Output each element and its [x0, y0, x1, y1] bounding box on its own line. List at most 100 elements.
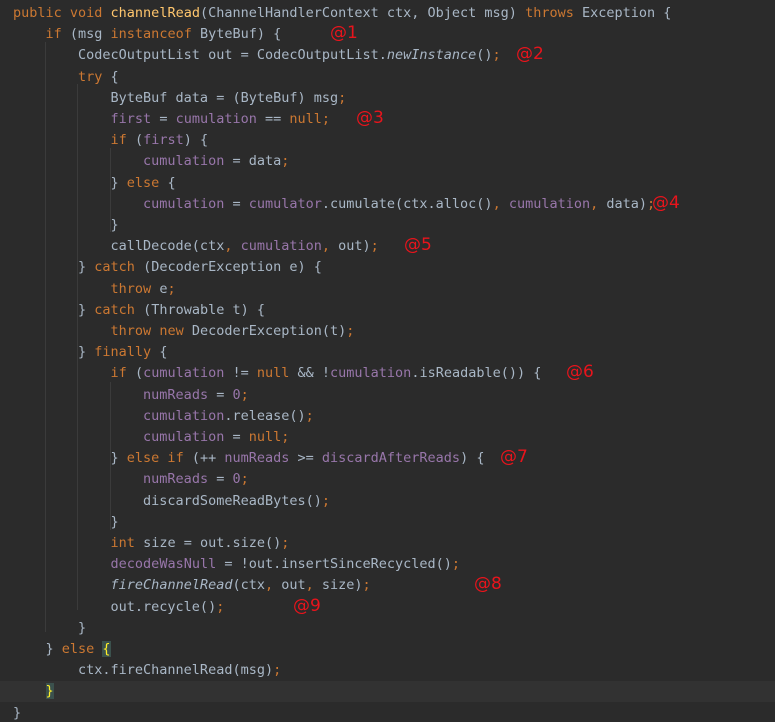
code-token: callDecode(ctx [13, 238, 225, 255]
code-line[interactable]: } [0, 618, 775, 639]
code-text: throw new DecoderException(t); [13, 321, 355, 342]
code-token: ; [240, 386, 249, 403]
code-line[interactable]: if (cumulation != null && !cumulation.is… [0, 363, 775, 384]
code-line[interactable]: cumulation.release(); [0, 406, 775, 427]
code-token: first [143, 132, 184, 149]
code-token: ByteBuf) { [199, 26, 282, 43]
code-line[interactable]: discardSomeReadBytes(); [0, 491, 775, 512]
code-token: null [289, 111, 322, 127]
code-text: } [13, 512, 119, 533]
code-token: DecoderException(t) [191, 323, 347, 339]
code-token: } [13, 704, 22, 721]
code-token: cumulation [143, 153, 225, 170]
code-token: 0 [232, 386, 241, 403]
code-line[interactable]: fireChannelRead(ctx, out, size); [0, 575, 775, 596]
code-line[interactable]: } else { [0, 173, 775, 194]
code-token: , [321, 238, 339, 255]
code-token: ; [451, 556, 461, 573]
code-line[interactable]: } else if (++ numReads >= discardAfterRe… [0, 448, 775, 469]
code-token: ; [281, 429, 290, 445]
code-token: } [13, 217, 119, 233]
code-token: decodeWasNull [110, 556, 217, 573]
code-token: cumulation [143, 365, 225, 382]
code-line[interactable]: } [0, 215, 775, 236]
code-line[interactable]: cumulation = null; [0, 427, 775, 448]
code-line[interactable]: } [0, 681, 775, 703]
code-editor[interactable]: public void channelRead(ChannelHandlerCo… [0, 0, 775, 722]
code-token: { [159, 344, 168, 361]
code-line[interactable]: decodeWasNull = !out.insertSinceRecycled… [0, 554, 775, 575]
code-token: size) [321, 577, 363, 594]
code-line[interactable]: out.recycle(); [0, 597, 775, 618]
code-token: try [78, 68, 111, 85]
code-line[interactable]: first = cumulation == null; [0, 109, 775, 130]
code-token: = [224, 429, 249, 445]
code-token: ; [216, 598, 225, 615]
code-text: first = cumulation == null; [13, 109, 330, 130]
code-text: } [13, 681, 54, 702]
code-token: numReads [143, 386, 209, 403]
code-line[interactable]: } catch (DecoderException e) { [0, 257, 775, 278]
code-line[interactable]: if (msg instanceof ByteBuf) { [0, 24, 775, 45]
code-text: try { [13, 67, 119, 88]
code-token: discardSomeReadBytes() [13, 492, 322, 509]
code-token: out [281, 577, 306, 594]
code-token: ) { [460, 450, 485, 467]
code-line[interactable]: ByteBuf data = (ByteBuf) msg; [0, 88, 775, 109]
code-token: newInstance [386, 47, 477, 64]
code-token: } [13, 619, 87, 636]
code-token: throw [110, 280, 160, 297]
code-token: { [102, 641, 111, 657]
code-line[interactable]: public void channelRead(ChannelHandlerCo… [0, 3, 775, 24]
code-line[interactable]: numReads = 0; [0, 469, 775, 490]
code-text: ByteBuf data = (ByteBuf) msg; [13, 88, 347, 109]
code-line[interactable]: throw e; [0, 279, 775, 300]
code-token: cumulator [248, 195, 322, 212]
code-token: { [110, 68, 119, 85]
code-line[interactable]: } finally { [0, 342, 775, 363]
code-token: fireChannelRead [110, 577, 233, 594]
code-line[interactable]: CodecOutputList out = CodecOutputList.ne… [0, 45, 775, 66]
code-line[interactable]: ctx.fireChannelRead(msg); [0, 660, 775, 681]
code-token: first [110, 111, 152, 127]
code-line[interactable]: cumulation = data; [0, 151, 775, 172]
code-token: numReads [224, 450, 290, 467]
code-token: size = out.size() [143, 535, 282, 551]
code-line[interactable]: numReads = 0; [0, 385, 775, 406]
code-line[interactable]: } [0, 512, 775, 533]
code-token: , [264, 577, 282, 594]
code-line[interactable]: } catch (Throwable t) { [0, 300, 775, 321]
code-token: .isReadable()) { [411, 365, 542, 382]
code-line[interactable]: if (first) { [0, 130, 775, 151]
code-token: >= [289, 450, 322, 467]
code-token: ; [338, 89, 347, 106]
code-token: } [13, 344, 95, 361]
code-token: data) [606, 195, 648, 212]
code-token: ; [167, 280, 176, 297]
code-token: = [208, 471, 233, 488]
code-line[interactable]: } [0, 703, 775, 722]
annotation-label: @5 [404, 235, 432, 256]
code-line[interactable]: callDecode(ctx, cumulation, out); [0, 236, 775, 257]
code-text: } finally { [13, 342, 167, 363]
code-text: if (msg instanceof ByteBuf) { [13, 24, 282, 45]
code-text: } [13, 618, 86, 639]
code-line[interactable]: int size = out.size(); [0, 533, 775, 554]
code-token: cumulation [175, 111, 257, 127]
code-line[interactable]: try { [0, 67, 775, 88]
code-token: = [224, 195, 249, 212]
code-token: if [45, 26, 70, 43]
code-line[interactable]: throw new DecoderException(t); [0, 321, 775, 342]
code-line[interactable]: } else { [0, 639, 775, 660]
code-token: } [13, 641, 62, 657]
code-token: ; [321, 492, 330, 509]
code-text: throw e; [13, 279, 176, 300]
code-token: , [492, 195, 509, 212]
